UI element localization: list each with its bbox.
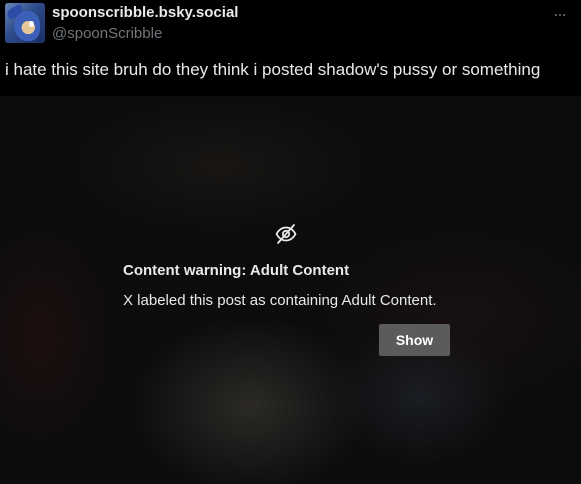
avatar-art-eye: [29, 21, 34, 27]
eye-slash-icon: [275, 224, 297, 244]
post-card: spoonscribble.bsky.social @spoonScribble…: [0, 0, 581, 484]
avatar-art-face: [14, 11, 40, 41]
warning-body: X labeled this post as containing Adult …: [123, 292, 437, 309]
blurred-media[interactable]: Content warning: Adult Content X labeled…: [0, 96, 581, 484]
display-name[interactable]: spoonscribble.bsky.social: [52, 4, 238, 21]
avatar[interactable]: [5, 3, 45, 43]
more-dots-icon-dot: [563, 14, 565, 16]
warning-title: Content warning: Adult Content: [123, 262, 350, 279]
more-dots-icon: [555, 14, 557, 16]
more-dots-icon-dot: [559, 14, 561, 16]
show-button[interactable]: Show: [379, 324, 450, 356]
post-text: i hate this site bruh do they think i po…: [5, 60, 541, 79]
post-header: spoonscribble.bsky.social @spoonScribble: [5, 3, 577, 45]
more-options-button[interactable]: [549, 7, 571, 23]
user-handle[interactable]: @spoonScribble: [52, 25, 162, 42]
